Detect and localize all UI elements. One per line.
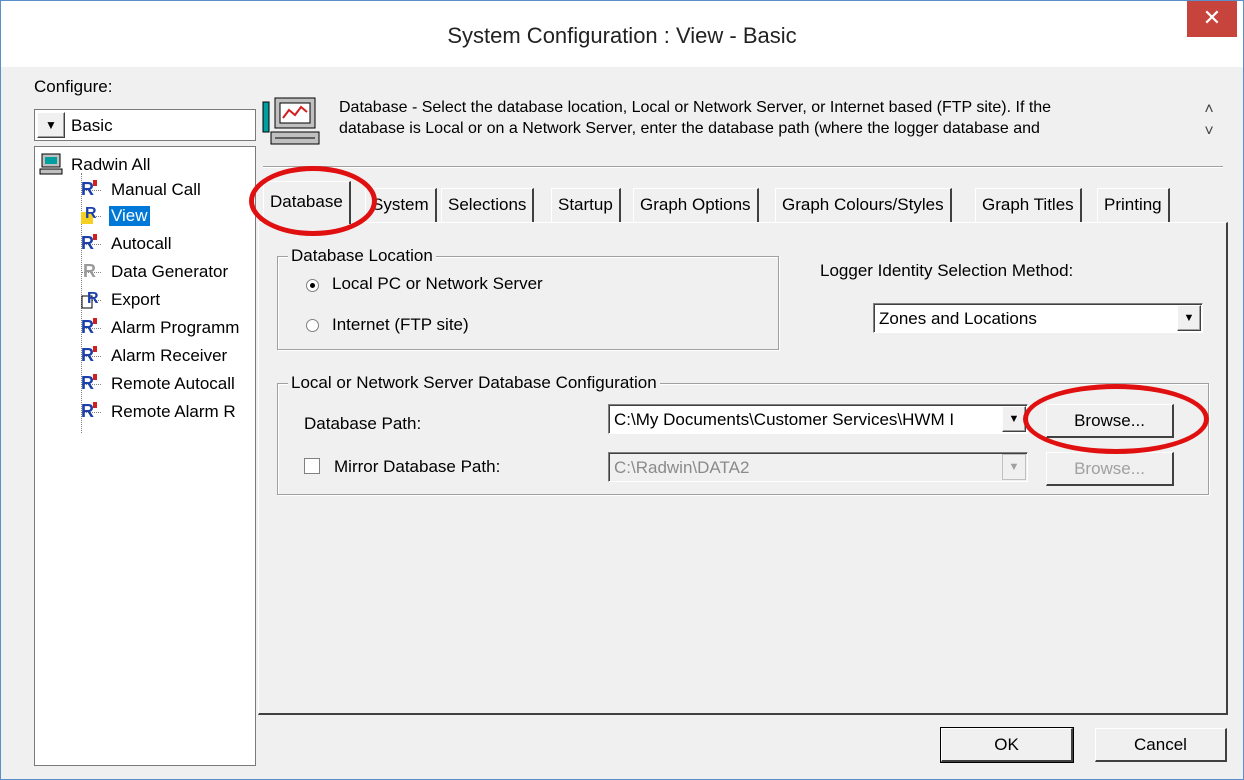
- configure-label: Configure:: [34, 77, 113, 96]
- radio-local-pc[interactable]: [306, 279, 319, 292]
- chevron-down-icon: ▼: [1002, 454, 1026, 480]
- tab-label: Startup: [558, 195, 613, 214]
- database-tab-panel: Database Location Local PC or Network Se…: [258, 222, 1228, 715]
- data-generator-icon: R: [83, 261, 96, 281]
- svg-text:R: R: [81, 373, 94, 393]
- tree-item-label: Manual Call: [111, 180, 201, 199]
- tab-graph-options[interactable]: Graph Options: [633, 188, 759, 223]
- close-button[interactable]: ✕: [1187, 1, 1237, 37]
- svg-text:R: R: [85, 205, 97, 222]
- tab-label: Database: [270, 192, 343, 211]
- autocall-icon: R: [81, 233, 97, 253]
- logger-icon: R: [81, 179, 97, 199]
- mirror-label[interactable]: Mirror Database Path:: [334, 457, 500, 477]
- group-title: Database Location: [288, 246, 436, 266]
- tab-printing[interactable]: Printing: [1097, 188, 1170, 223]
- description-text: Database - Select the database location,…: [339, 97, 1179, 139]
- mirror-browse-button: Browse...: [1046, 452, 1174, 486]
- svg-text:R: R: [81, 179, 94, 199]
- svg-text:R: R: [81, 317, 94, 337]
- db-path-label: Database Path:: [304, 414, 422, 433]
- database-location-group: Database Location Local PC or Network Se…: [277, 246, 779, 350]
- tree-item-label: Remote Alarm R: [111, 402, 236, 421]
- svg-text:R: R: [81, 401, 94, 421]
- description-line: Database - Select the database location,…: [339, 99, 1052, 116]
- mirror-path-select: C:\Radwin\DATA2 ▼: [608, 452, 1028, 482]
- alarm-receiver-icon: R: [81, 345, 97, 365]
- tab-label: Graph Options: [640, 195, 751, 214]
- tab-graph-colours-styles[interactable]: Graph Colours/Styles: [775, 188, 952, 223]
- title-bar: System Configuration : View - Basic ✕: [1, 1, 1243, 67]
- tree-root-label: Radwin All: [71, 155, 151, 174]
- db-path-value: C:\My Documents\Customer Services\HWM I: [614, 410, 955, 429]
- divider: [263, 166, 1223, 168]
- browse-label: Browse...: [1074, 411, 1145, 430]
- config-tree: Radwin All R Manual Call R View R Autoca…: [34, 146, 256, 766]
- svg-text:R: R: [81, 345, 94, 365]
- mirror-checkbox[interactable]: [304, 458, 320, 474]
- chevron-down-icon[interactable]: ˅: [1197, 121, 1221, 143]
- tab-label: Graph Colours/Styles: [782, 195, 944, 214]
- chevron-up-icon[interactable]: ˄: [1197, 99, 1221, 121]
- tree-item-label: Export: [111, 290, 161, 309]
- tab-label: Graph Titles: [982, 195, 1074, 214]
- close-icon: ✕: [1202, 5, 1222, 30]
- tab-label: Selections: [448, 195, 527, 214]
- tab-selections[interactable]: Selections: [441, 188, 535, 223]
- svg-text:R: R: [81, 233, 94, 253]
- tree-item-label: View: [109, 206, 150, 226]
- svg-text:R: R: [87, 290, 99, 307]
- radio-internet-label[interactable]: Internet (FTP site): [332, 315, 469, 335]
- tab-startup[interactable]: Startup: [551, 188, 621, 223]
- tab-label: Printing: [1104, 195, 1162, 214]
- mirror-browse-label: Browse...: [1074, 459, 1145, 478]
- radio-internet-ftp[interactable]: [306, 319, 319, 332]
- chevron-down-icon[interactable]: ▼: [37, 112, 65, 138]
- group-title: Local or Network Server Database Configu…: [288, 373, 660, 393]
- export-icon: R: [81, 290, 99, 309]
- logger-identity-select[interactable]: Zones and Locations ▼: [873, 303, 1203, 333]
- tree-item-label: Alarm Programm: [111, 318, 240, 337]
- description-scroller[interactable]: ˄ ˅: [1197, 99, 1221, 143]
- logger-identity-label: Logger Identity Selection Method:: [820, 261, 1074, 280]
- chevron-down-icon[interactable]: ▼: [1177, 305, 1201, 331]
- database-computer-icon: [262, 97, 320, 145]
- tab-label: System: [372, 195, 429, 214]
- system-configuration-window: System Configuration : View - Basic ✕ Co…: [0, 0, 1244, 780]
- description-line: database is Local or on a Network Server…: [339, 120, 1040, 137]
- remote-alarm-icon: R: [81, 401, 97, 421]
- remote-autocall-icon: R: [81, 373, 97, 393]
- browse-button[interactable]: Browse...: [1046, 404, 1174, 438]
- tree-item-label: Alarm Receiver: [111, 346, 228, 365]
- tree-item-label: Data Generator: [111, 262, 229, 281]
- computer-icon: [39, 153, 63, 175]
- db-path-select[interactable]: C:\My Documents\Customer Services\HWM I …: [608, 404, 1028, 434]
- tab-graph-titles[interactable]: Graph Titles: [975, 188, 1082, 223]
- svg-text:R: R: [83, 261, 96, 281]
- cancel-button[interactable]: Cancel: [1095, 728, 1227, 762]
- tree-item-label: Autocall: [111, 234, 172, 253]
- logger-identity-value: Zones and Locations: [879, 309, 1037, 328]
- configure-value: Basic: [71, 116, 113, 135]
- cancel-label: Cancel: [1134, 735, 1187, 754]
- tree-item-label: Remote Autocall: [111, 374, 235, 393]
- tab-database[interactable]: Database: [263, 181, 351, 224]
- alarm-programmer-icon: R: [81, 317, 97, 337]
- configure-dropdown[interactable]: ▼ Basic: [34, 109, 256, 141]
- mirror-path-value: C:\Radwin\DATA2: [614, 458, 750, 477]
- ok-button[interactable]: OK: [940, 727, 1074, 763]
- ok-label: OK: [994, 735, 1019, 754]
- radio-local-label[interactable]: Local PC or Network Server: [332, 274, 543, 294]
- db-config-group: Local or Network Server Database Configu…: [277, 373, 1209, 495]
- chevron-down-icon[interactable]: ▼: [1002, 406, 1026, 432]
- tab-system[interactable]: System: [365, 188, 437, 223]
- window-title: System Configuration : View - Basic: [447, 23, 797, 48]
- view-icon: R: [81, 205, 97, 224]
